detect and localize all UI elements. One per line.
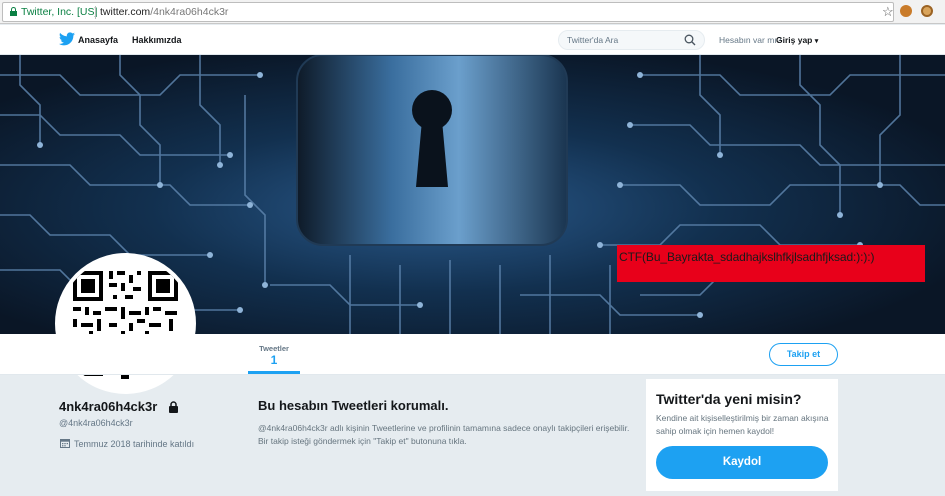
twitter-bird-icon[interactable] xyxy=(59,32,75,46)
tab-tweets-count: 1 xyxy=(270,353,278,367)
cookie-extension-2-icon[interactable] xyxy=(921,5,933,17)
login-label: Giriş yap xyxy=(776,35,813,45)
ctf-flag-text: CTF(Bu_Bayrakta_sdadhajkslhfkjlsadhfjksa… xyxy=(619,250,875,264)
login-dropdown[interactable]: Giriş yap ▾ xyxy=(776,35,818,45)
nav-home-link[interactable]: Anasayfa xyxy=(78,35,118,45)
cookie-extension-icon[interactable] xyxy=(900,5,912,17)
protected-description: @4nk4ra06h4ck3r adlı kişinin Tweetlerine… xyxy=(258,423,630,446)
search-placeholder: Twitter'da Ara xyxy=(567,35,619,45)
omnibox[interactable]: Twitter, Inc. [US] twitter.com/4nk4ra06h… xyxy=(2,2,894,22)
signup-card: Twitter'da yeni misin? Kendine ait kişis… xyxy=(646,379,838,491)
signup-card-description: Kendine ait kişiselleştirilmiş bir zaman… xyxy=(656,413,829,436)
search-input[interactable]: Twitter'da Ara xyxy=(558,30,705,50)
account-question: Hesabın var mı? xyxy=(719,35,782,45)
profile-nav: Tweetler 1 Takip et xyxy=(0,334,945,375)
signup-button[interactable]: Kaydol xyxy=(656,446,828,479)
url-host: twitter.com xyxy=(100,6,151,18)
omnibox-divider xyxy=(95,6,96,19)
join-date: Temmuz 2018 tarihinde katıldı xyxy=(74,439,195,449)
calendar-icon xyxy=(60,439,70,448)
protected-lock-icon xyxy=(169,401,178,413)
profile-name[interactable]: 4nk4ra06h4ck3r xyxy=(59,399,157,414)
url-text[interactable]: twitter.com/4nk4ra06h4ck3r xyxy=(100,6,228,18)
search-icon[interactable] xyxy=(684,34,696,46)
browser-address-bar: Twitter, Inc. [US] twitter.com/4nk4ra06h… xyxy=(0,0,945,24)
profile-handle[interactable]: @4nk4ra06h4ck3r xyxy=(59,418,133,428)
tab-tweets-label: Tweetler xyxy=(259,344,289,353)
caret-down-icon: ▾ xyxy=(814,38,819,45)
protected-title: Bu hesabın Tweetleri korumalı. xyxy=(258,398,449,413)
site-identity[interactable]: Twitter, Inc. [US] xyxy=(21,6,97,18)
bookmark-star-icon[interactable]: ☆ xyxy=(882,4,894,20)
follow-button[interactable]: Takip et xyxy=(769,343,838,366)
nav-about-link[interactable]: Hakkımızda xyxy=(132,35,182,45)
signup-card-title: Twitter'da yeni misin? xyxy=(656,391,802,407)
tab-tweets[interactable]: Tweetler 1 xyxy=(248,334,300,374)
url-path: /4nk4ra06h4ck3r xyxy=(150,6,229,18)
top-nav: Anasayfa Hakkımızda Twitter'da Ara Hesab… xyxy=(0,25,945,55)
secure-lock-icon[interactable] xyxy=(10,7,17,16)
